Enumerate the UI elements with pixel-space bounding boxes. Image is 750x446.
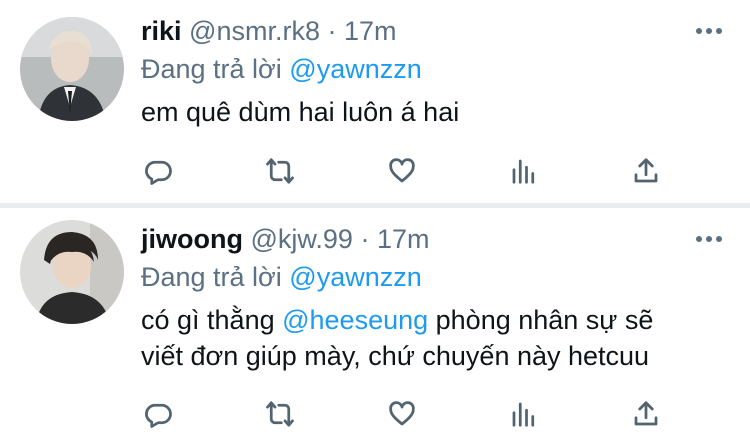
- replying-to-label: Đang trả lời: [141, 262, 282, 292]
- tweet-reply[interactable]: jiwoong @kjw.99 · 17m Đang trả lời @yawn…: [0, 208, 750, 446]
- retweet-icon[interactable]: [262, 396, 298, 432]
- share-icon[interactable]: [628, 153, 664, 189]
- action-bar: [140, 153, 670, 189]
- text-segment: phòng nhân sự sẽ: [428, 305, 654, 335]
- timestamp[interactable]: 17m: [377, 224, 430, 254]
- tweet-header: riki @nsmr.rk8 · 17m: [141, 14, 397, 48]
- action-bar: [140, 396, 670, 432]
- retweet-icon[interactable]: [262, 153, 298, 189]
- display-name[interactable]: riki: [141, 16, 182, 46]
- separator-dot: ·: [360, 224, 370, 254]
- tweet-text-line: viết đơn giúp mày, chứ chuyến này hetcuu: [141, 341, 650, 371]
- user-handle[interactable]: @kjw.99: [251, 224, 353, 254]
- share-icon[interactable]: [628, 396, 664, 432]
- avatar[interactable]: [20, 17, 124, 121]
- tweet-text: có gì thằng @heeseung phòng nhân sự sẽ v…: [141, 302, 653, 374]
- reply-mention[interactable]: @yawnzzn: [289, 54, 421, 84]
- text-segment: có gì thằng: [141, 305, 283, 335]
- timestamp[interactable]: 17m: [344, 16, 397, 46]
- replying-to: Đang trả lời @yawnzzn: [141, 260, 422, 294]
- analytics-icon[interactable]: [506, 396, 542, 432]
- tweet-text-line: có gì thằng @heeseung phòng nhân sự sẽ: [141, 302, 653, 338]
- reply-icon[interactable]: [140, 396, 176, 432]
- reply-mention[interactable]: @yawnzzn: [289, 262, 421, 292]
- display-name[interactable]: jiwoong: [141, 224, 243, 254]
- more-icon[interactable]: [696, 236, 722, 244]
- separator-dot: ·: [327, 16, 337, 46]
- reply-icon[interactable]: [140, 153, 176, 189]
- analytics-icon[interactable]: [506, 153, 542, 189]
- tweet-header: jiwoong @kjw.99 · 17m: [141, 222, 430, 256]
- more-icon[interactable]: [696, 28, 722, 36]
- like-icon[interactable]: [384, 396, 420, 432]
- tweet-text: em quê dùm hai luôn á hai: [141, 97, 460, 127]
- replying-to-label: Đang trả lời: [141, 54, 282, 84]
- avatar[interactable]: [20, 220, 124, 324]
- like-icon[interactable]: [384, 153, 420, 189]
- user-handle[interactable]: @nsmr.rk8: [189, 16, 320, 46]
- tweet-reply[interactable]: riki @nsmr.rk8 · 17m Đang trả lời @yawnz…: [0, 0, 750, 203]
- replying-to: Đang trả lời @yawnzzn: [141, 52, 422, 86]
- text-mention[interactable]: @heeseung: [282, 305, 428, 335]
